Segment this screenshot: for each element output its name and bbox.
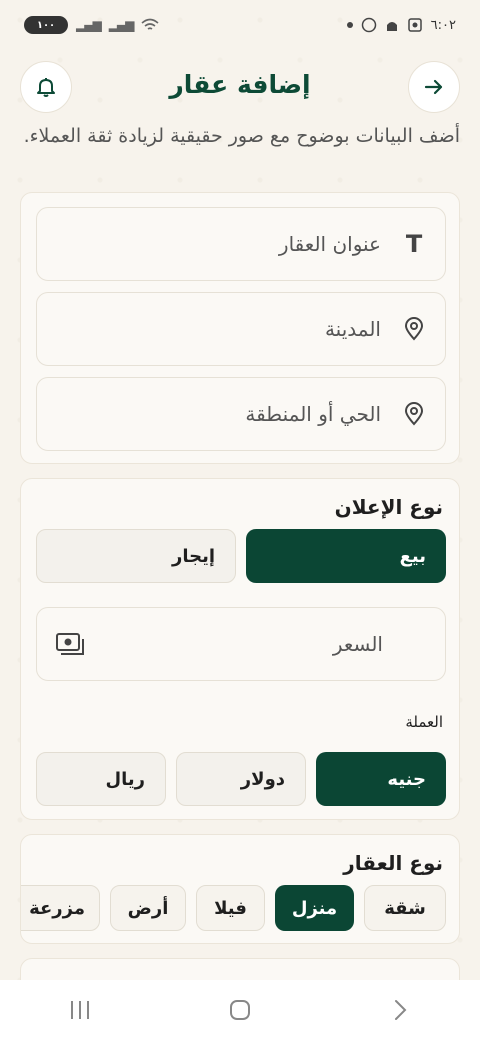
property-type-land-label: أرض xyxy=(127,897,169,919)
currency-sar-option[interactable]: ريال xyxy=(36,752,166,806)
status-left: ١٠٠ ▂▄▆ ▂▄▆ xyxy=(24,16,159,34)
battery-indicator: ١٠٠ xyxy=(24,16,68,34)
screenshot-icon xyxy=(407,18,422,32)
mosque-icon xyxy=(386,22,397,31)
property-type-farm-label: مزرعة xyxy=(29,897,85,919)
signal-icon: ▂▄▆ xyxy=(76,18,102,32)
currency-sar-label: ريال xyxy=(105,768,146,790)
property-type-card: نوع العقار شقة منزل فيلا أرض مزرعة xyxy=(20,834,460,944)
signal-icon-2: ▂▄▆ xyxy=(108,18,135,32)
property-type-title: نوع العقار xyxy=(343,851,443,875)
currency-egp-label: جنيه xyxy=(387,768,426,790)
status-right: ٦:٠٢ xyxy=(346,17,456,33)
currency-egp-option[interactable]: جنيه xyxy=(316,752,446,806)
property-type-land[interactable]: أرض xyxy=(110,885,186,931)
property-title-input[interactable]: T عنوان العقار xyxy=(36,207,446,281)
property-type-apartment-label: شقة xyxy=(384,897,426,919)
clock: ٦:٠٢ xyxy=(430,17,456,33)
back-nav-button[interactable] xyxy=(370,990,430,1030)
rent-option[interactable]: إيجار xyxy=(36,529,236,583)
district-placeholder: الحي أو المنطقة xyxy=(245,402,381,426)
currency-label: العملة xyxy=(405,713,443,731)
city-input[interactable]: المدينة xyxy=(36,292,446,366)
recent-apps-button[interactable] xyxy=(50,990,110,1030)
location-card: T عنوان العقار المدينة الحي أو المنطقة xyxy=(20,192,460,464)
district-input[interactable]: الحي أو المنطقة xyxy=(36,377,446,451)
property-title-placeholder: عنوان العقار xyxy=(278,232,381,256)
currency-usd-option[interactable]: دولار xyxy=(176,752,306,806)
money-icon xyxy=(55,632,85,656)
currency-usd-label: دولار xyxy=(240,768,285,790)
listing-type-title: نوع الإعلان xyxy=(334,495,443,519)
recent-apps-icon xyxy=(71,1001,89,1019)
text-icon: T xyxy=(405,230,423,258)
sale-option[interactable]: بيع xyxy=(246,529,446,583)
city-placeholder: المدينة xyxy=(324,317,381,341)
price-input[interactable]: السعر xyxy=(36,607,446,681)
page-subtitle: أضف البيانات بوضوح مع صور حقيقية لزيادة … xyxy=(23,125,460,147)
price-placeholder: السعر xyxy=(332,632,383,656)
listing-card: نوع الإعلان بيع إيجار السعر العملة جنيه … xyxy=(20,478,460,820)
home-icon xyxy=(230,1000,250,1020)
location-pin-icon xyxy=(401,402,427,426)
sale-option-label: بيع xyxy=(399,545,426,567)
property-type-house[interactable]: منزل xyxy=(275,885,354,931)
property-type-apartment[interactable]: شقة xyxy=(364,885,446,931)
page-title: إضافة عقار xyxy=(169,70,311,99)
header: إضافة عقار xyxy=(20,60,460,114)
system-nav-bar xyxy=(0,980,480,1040)
rent-option-label: إيجار xyxy=(171,545,215,567)
whatsapp-icon xyxy=(361,17,376,33)
wifi-icon xyxy=(141,18,159,30)
property-type-villa[interactable]: فيلا xyxy=(196,885,265,931)
notification-dot-icon xyxy=(346,22,353,28)
status-bar: ١٠٠ ▂▄▆ ▂▄▆ ٦:٠٢ xyxy=(0,0,480,50)
property-type-villa-label: فيلا xyxy=(214,897,247,919)
chevron-right-icon xyxy=(395,1000,407,1020)
location-pin-icon xyxy=(401,317,427,341)
home-button[interactable] xyxy=(210,990,270,1030)
property-type-house-label: منزل xyxy=(291,897,338,919)
property-type-farm[interactable]: مزرعة xyxy=(21,885,100,931)
